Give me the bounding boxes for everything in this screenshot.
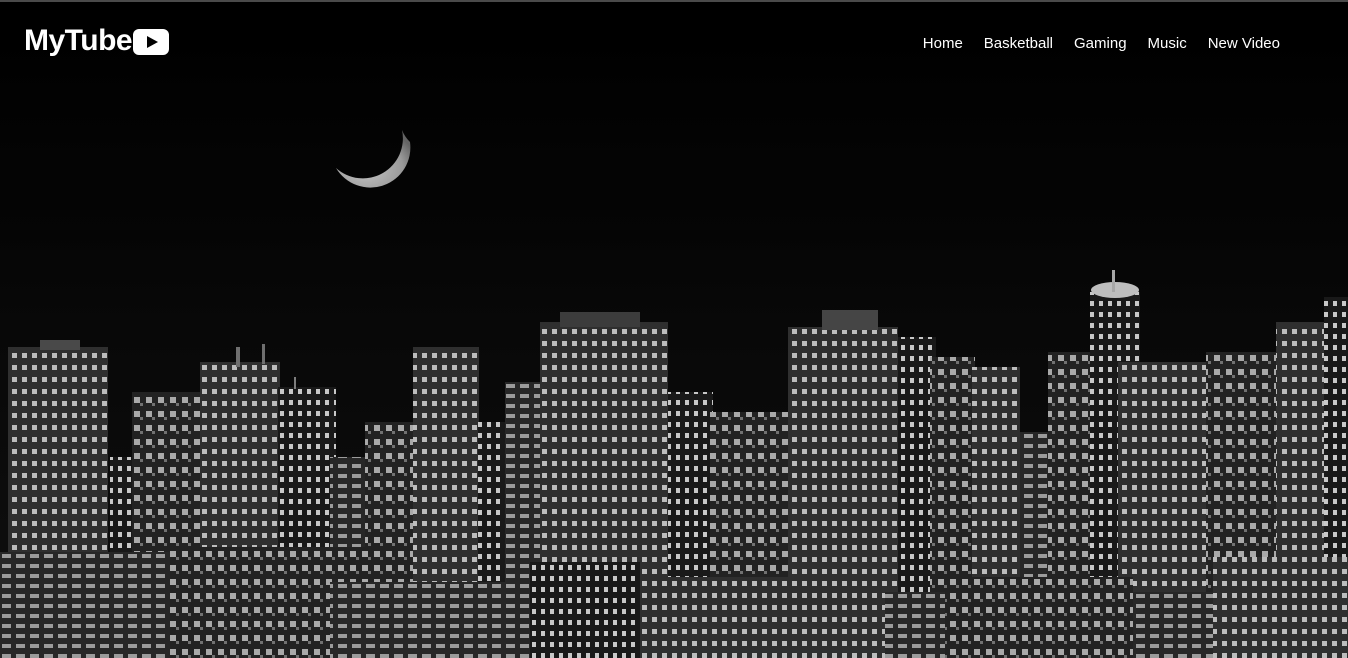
play-icon [133,29,170,55]
nav-item-gaming[interactable]: Gaming [1074,35,1127,52]
hero-image-city-skyline [0,2,1348,658]
brand-logo[interactable]: MyTube [24,24,170,58]
nav-item-new-video[interactable]: New Video [1208,35,1280,52]
page: MyTube Home Basketball Gaming Music New … [0,0,1348,658]
nav-item-music[interactable]: Music [1148,35,1187,52]
nav-item-home[interactable]: Home [923,35,963,52]
navbar: MyTube Home Basketball Gaming Music New … [0,2,1348,86]
nav-item-basketball[interactable]: Basketball [984,35,1053,52]
main-nav: Home Basketball Gaming Music New Video [902,35,1280,52]
brand-name: MyTube [24,24,133,57]
